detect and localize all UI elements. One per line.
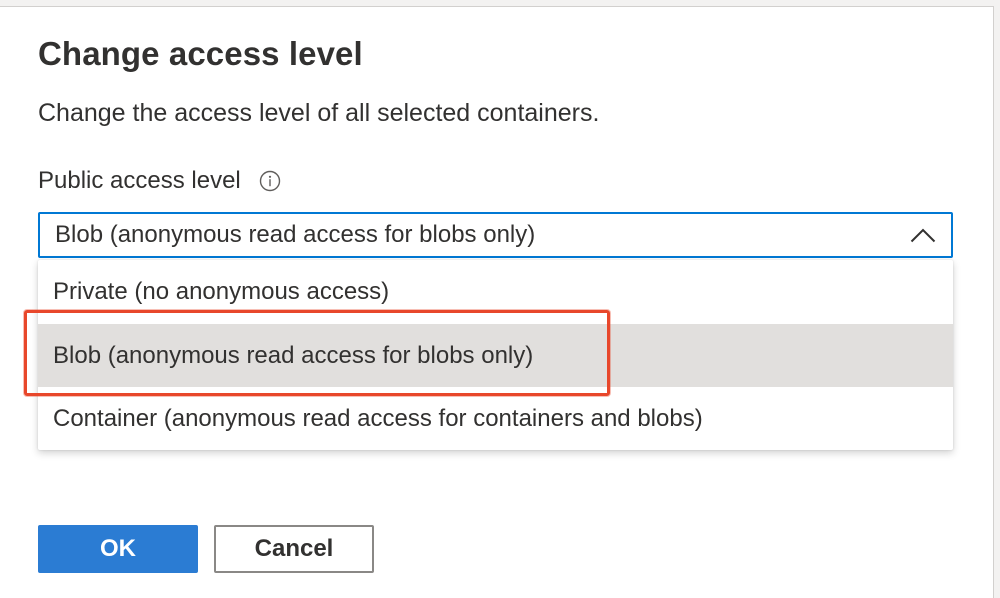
change-access-level-dialog: Change access level Change the access le… — [0, 6, 994, 598]
cancel-button[interactable]: Cancel — [214, 525, 374, 573]
option-label: Private (no anonymous access) — [53, 277, 390, 305]
annotation-highlight-box — [24, 310, 610, 396]
dialog-title: Change access level — [38, 35, 363, 72]
public-access-level-dropdown[interactable]: Blob (anonymous read access for blobs on… — [38, 212, 953, 258]
info-icon[interactable] — [259, 170, 281, 192]
chevron-up-icon[interactable] — [910, 227, 936, 243]
dialog-description: Change the access level of all selected … — [38, 99, 600, 127]
ok-button[interactable]: OK — [38, 525, 198, 573]
option-label: Container (anonymous read access for con… — [53, 404, 703, 432]
public-access-level-label: Public access level — [38, 167, 241, 194]
public-access-level-label-row: Public access level — [38, 167, 281, 195]
option-container[interactable]: Container (anonymous read access for con… — [38, 387, 953, 450]
dropdown-selected-value: Blob (anonymous read access for blobs on… — [55, 221, 536, 248]
